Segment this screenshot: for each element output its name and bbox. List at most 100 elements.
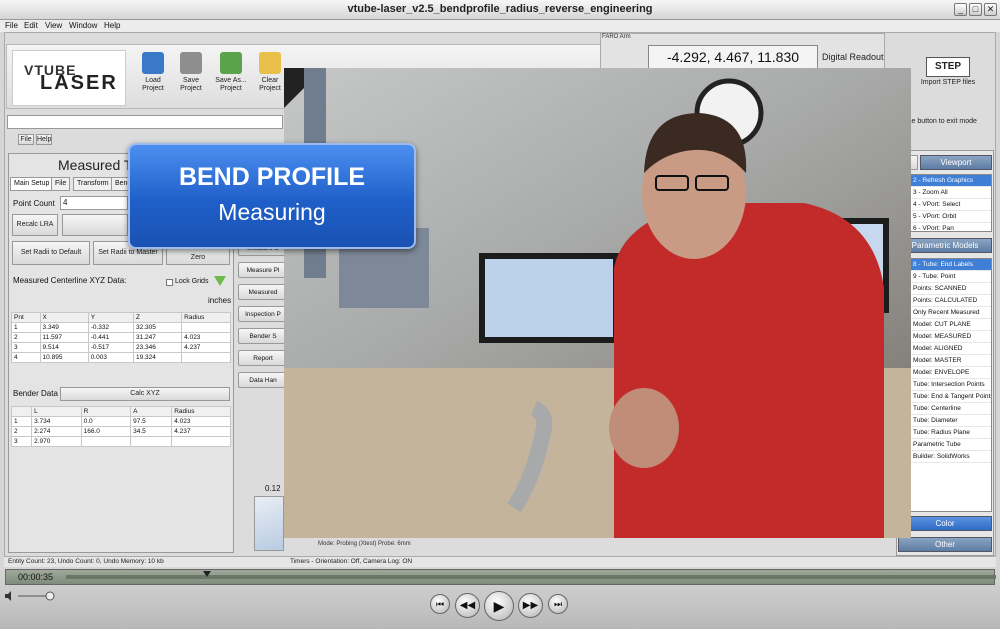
menu-window[interactable]: Window: [69, 21, 97, 30]
menu-view[interactable]: View: [45, 21, 62, 30]
list-item[interactable]: 9 - Tube: Point: [911, 271, 991, 283]
table-cell[interactable]: 4.023: [171, 416, 231, 427]
report-button[interactable]: Report: [238, 350, 288, 366]
sub-file-button[interactable]: File: [18, 134, 34, 145]
list-item[interactable]: Tube: Diameter: [911, 415, 991, 427]
save-project-button[interactable]: Save Project: [172, 52, 210, 104]
table-cell[interactable]: 0.003: [87, 352, 135, 363]
table-cell[interactable]: 3: [11, 342, 41, 353]
menu-edit[interactable]: Edit: [24, 21, 38, 30]
menu-file[interactable]: File: [5, 21, 18, 30]
save-as-project-button[interactable]: Save As... Project: [212, 52, 250, 104]
calc-xyz-button[interactable]: Calc XYZ: [60, 387, 230, 401]
table-cell[interactable]: 3: [10, 436, 33, 447]
set-radii-default-button[interactable]: Set Radii to Default: [12, 241, 90, 265]
table-cell[interactable]: 23.346: [133, 342, 183, 353]
table-cell[interactable]: 97.5: [130, 416, 173, 427]
tab-transform[interactable]: Transform: [73, 177, 113, 191]
table-cell[interactable]: 32.305: [133, 322, 183, 333]
list-item[interactable]: Builder: SolidWorks: [911, 451, 991, 463]
fast-forward-button[interactable]: ▶▶: [518, 593, 543, 618]
table-row[interactable]: 2 2.274 166.0 34.5 4.237: [10, 426, 231, 437]
table-cell[interactable]: 166.0: [80, 426, 132, 437]
list-item[interactable]: Tube: Intersection Points: [911, 379, 991, 391]
table-row[interactable]: 3 2.970: [10, 436, 231, 447]
data-handling-button[interactable]: Data Han: [238, 372, 288, 388]
mini-viewport[interactable]: [254, 496, 284, 551]
table-cell[interactable]: 4.023: [181, 332, 231, 343]
parametric-models-header[interactable]: Parametric Models: [898, 238, 992, 253]
list-item[interactable]: 8 - Tube: End Labels: [911, 259, 991, 271]
list-item[interactable]: 2 - Refresh Graphics: [911, 175, 991, 187]
list-item[interactable]: Model: MEASURED: [911, 331, 991, 343]
table-cell[interactable]: 0.0: [80, 416, 132, 427]
recalc-lra-button[interactable]: Recalc LRA: [12, 214, 58, 236]
table-cell[interactable]: 31.247: [133, 332, 183, 343]
list-item[interactable]: Only Recent Measured: [911, 307, 991, 319]
list-item[interactable]: Points: SCANNED: [911, 283, 991, 295]
table-cell[interactable]: [80, 436, 132, 447]
table-cell[interactable]: -0.332: [87, 322, 135, 333]
seek-thumb[interactable]: [203, 571, 211, 577]
table-cell[interactable]: 19.324: [133, 352, 183, 363]
list-item[interactable]: Model: ENVELOPE: [911, 367, 991, 379]
list-item[interactable]: Tube: End & Tangent Points: [911, 391, 991, 403]
play-button[interactable]: ▶: [484, 591, 514, 621]
table-cell[interactable]: 4: [11, 352, 41, 363]
list-item[interactable]: 3 - Zoom All: [911, 187, 991, 199]
table-cell[interactable]: 1: [10, 416, 33, 427]
list-item[interactable]: 6 - VPort: Pan: [911, 223, 991, 231]
minimize-button[interactable]: _: [954, 3, 967, 16]
measure-plan-button[interactable]: Measure Pl: [238, 262, 288, 278]
list-item[interactable]: Model: ALIGNED: [911, 343, 991, 355]
table-cell[interactable]: 10.895: [39, 352, 89, 363]
table-cell[interactable]: -0.517: [87, 342, 135, 353]
table-row[interactable]: 2 11.597 -0.441 31.247 4.023: [11, 332, 231, 343]
table-cell[interactable]: 2: [10, 426, 33, 437]
other-button[interactable]: Other: [898, 537, 992, 552]
tab-main-setup[interactable]: Main Setup: [10, 177, 54, 191]
import-step-button[interactable]: STEP Import STEP files: [908, 57, 988, 97]
table-cell[interactable]: 4.237: [171, 426, 231, 437]
maximize-button[interactable]: □: [969, 3, 982, 16]
table-cell[interactable]: 1: [11, 322, 41, 333]
table-row[interactable]: 1 3.349 -0.332 32.305: [11, 322, 231, 333]
command-input[interactable]: [7, 115, 283, 129]
lock-grids-checkbox[interactable]: [166, 279, 173, 286]
bender-setup-button[interactable]: Bender S: [238, 328, 288, 344]
rewind-button[interactable]: ◀◀: [455, 593, 480, 618]
table-cell[interactable]: [130, 436, 173, 447]
table-row[interactable]: 1 3.734 0.0 97.5 4.023: [10, 416, 231, 427]
table-row[interactable]: 3 9.514 -0.517 23.346 4.237: [11, 342, 231, 353]
list-item[interactable]: Tube: Radius Plane: [911, 427, 991, 439]
table-cell[interactable]: 9.514: [39, 342, 89, 353]
color-button[interactable]: Color: [898, 516, 992, 531]
volume-knob[interactable]: [45, 591, 55, 601]
table-cell[interactable]: 2: [11, 332, 41, 343]
list-item[interactable]: Tube: Centerline: [911, 403, 991, 415]
table-cell[interactable]: [181, 322, 231, 333]
load-project-button[interactable]: Load Project: [134, 52, 172, 104]
skip-back-button[interactable]: ⏮: [430, 594, 450, 614]
point-count-input[interactable]: 4: [60, 196, 128, 210]
list-item[interactable]: Model: CUT PLANE: [911, 319, 991, 331]
table-row[interactable]: 4 10.895 0.003 19.324: [11, 352, 231, 363]
skip-forward-button[interactable]: ⏭: [548, 594, 568, 614]
list-item[interactable]: Model: MASTER: [911, 355, 991, 367]
list-item[interactable]: 5 - VPort: Orbit: [911, 211, 991, 223]
table-cell[interactable]: [171, 436, 231, 447]
list-item[interactable]: Points: CALCULATED: [911, 295, 991, 307]
inspection-button[interactable]: Inspection P: [238, 306, 288, 322]
menu-help[interactable]: Help: [104, 21, 120, 30]
table-cell[interactable]: 4.237: [181, 342, 231, 353]
table-cell[interactable]: 2.274: [31, 426, 82, 437]
viewport-header[interactable]: Viewport: [920, 155, 992, 170]
list-item[interactable]: Parametric Tube: [911, 439, 991, 451]
measured-button[interactable]: Measured: [238, 284, 288, 300]
table-cell[interactable]: 3.349: [39, 322, 89, 333]
table-cell[interactable]: 11.597: [39, 332, 89, 343]
table-cell[interactable]: 3.734: [31, 416, 82, 427]
table-cell[interactable]: -0.441: [87, 332, 135, 343]
close-button[interactable]: ✕: [984, 3, 997, 16]
volume-control[interactable]: [4, 590, 56, 602]
